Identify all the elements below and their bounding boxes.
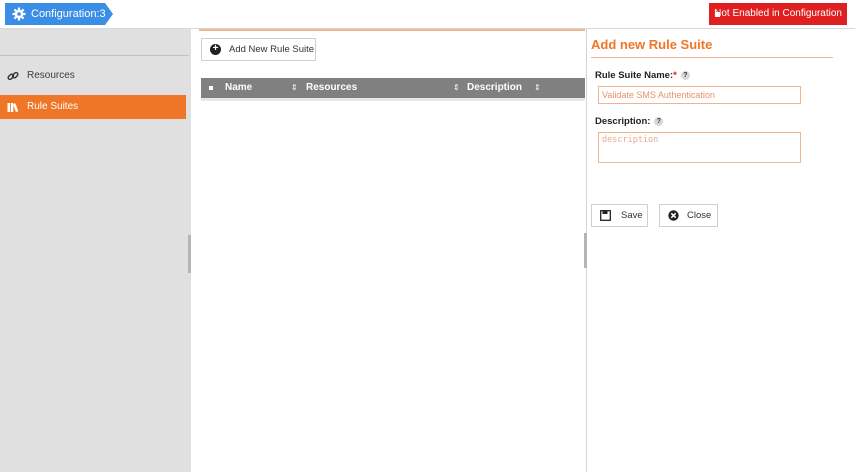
stop-icon (715, 12, 720, 17)
description-label: Description:? (595, 116, 664, 127)
close-icon (668, 210, 679, 221)
not-enabled-status-badge[interactable]: Not Enabled in Configuration (709, 3, 847, 25)
column-header-resources[interactable]: Resources (306, 78, 357, 98)
sidebar-item-label: Resources (27, 70, 75, 81)
add-icon: + (210, 44, 221, 55)
configuration-badge[interactable]: Configuration:3 (5, 3, 113, 25)
link-icon (7, 71, 19, 81)
title-underline (591, 57, 833, 58)
save-label: Save (621, 210, 643, 221)
close-button[interactable]: Close (659, 204, 718, 227)
rule-suite-name-label: Rule Suite Name:*? (595, 70, 690, 81)
sidebar-item-rule-suites[interactable]: Rule Suites (0, 95, 186, 119)
column-header-description[interactable]: Description (467, 78, 522, 98)
floppy-disk-icon (600, 210, 611, 221)
sidebar-item-resources[interactable]: Resources (0, 64, 186, 88)
close-label: Close (687, 210, 712, 221)
save-button[interactable]: Save (591, 204, 648, 227)
books-icon (7, 103, 19, 113)
grid-body-top (201, 98, 585, 101)
rule-suite-name-input[interactable]: Validate SMS Authentication (598, 86, 801, 104)
rule-suite-list-panel: + Add New Rule Suite Name ⇕ Resources ⇕ … (191, 29, 585, 472)
status-label: Not Enabled in Configuration (714, 8, 842, 19)
sidebar-divider (0, 55, 189, 56)
select-all-checkbox[interactable] (209, 86, 213, 90)
panel-accent-line (199, 29, 585, 31)
add-rule-suite-form: Add new Rule Suite Rule Suite Name:*? Va… (587, 29, 855, 472)
add-button-label: Add New Rule Suite (229, 44, 315, 55)
sidebar: Resources Rule Suites (0, 29, 191, 472)
sort-icon[interactable]: ⇕ (453, 78, 460, 98)
grid-header: Name ⇕ Resources ⇕ Description ⇕ (201, 78, 585, 98)
top-bar: Configuration:3 Not Enabled in Configura… (0, 0, 855, 29)
column-header-name[interactable]: Name (225, 78, 252, 98)
sort-icon[interactable]: ⇕ (534, 78, 541, 98)
sidebar-item-label: Rule Suites (27, 101, 79, 112)
description-label-text: Description: (595, 116, 651, 127)
form-title: Add new Rule Suite (591, 37, 713, 52)
configuration-label: Configuration:3 (31, 8, 106, 20)
sort-icon[interactable]: ⇕ (291, 78, 298, 98)
help-icon[interactable]: ? (680, 70, 690, 80)
description-textarea[interactable]: description (598, 132, 801, 163)
add-new-rule-suite-button[interactable]: + Add New Rule Suite (201, 38, 316, 61)
name-label-text: Rule Suite Name: (595, 70, 674, 81)
gear-icon (12, 7, 26, 21)
required-mark: * (673, 70, 677, 81)
help-icon[interactable]: ? (654, 116, 664, 126)
